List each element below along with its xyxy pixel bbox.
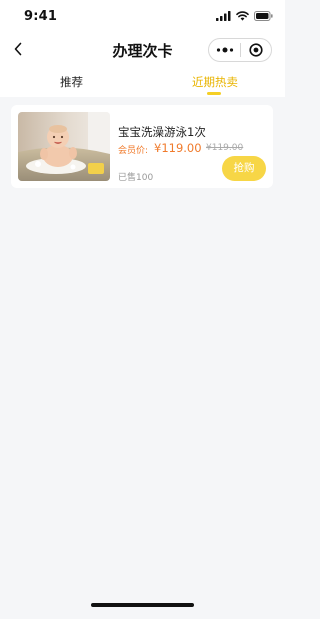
- chevron-left-icon: [14, 42, 22, 56]
- sold-count: 已售100: [118, 173, 154, 183]
- original-price: ¥119.00: [206, 143, 244, 153]
- battery-icon: [254, 11, 273, 21]
- status-icons: [216, 11, 273, 21]
- tab-recommend[interactable]: 推荐: [60, 74, 83, 90]
- buy-button[interactable]: 抢购: [222, 156, 266, 181]
- product-title: 宝宝洗澡游泳1次: [118, 125, 206, 139]
- home-indicator: [91, 603, 194, 607]
- tab-hot-sale[interactable]: 近期热卖: [192, 74, 238, 90]
- member-price-label: 会员价:: [118, 146, 149, 156]
- member-price: ¥119.00: [154, 141, 202, 155]
- signal-icon: [216, 11, 231, 21]
- more-dots-icon: [216, 47, 233, 53]
- status-time: 9:41: [24, 9, 58, 24]
- product-card[interactable]: 宝宝洗澡游泳1次 会员价: ¥119.00 ¥119.00 已售100 抢购: [11, 105, 273, 188]
- app-screen: 9:41 办理次卡 推荐 近期热卖 宝宝洗澡游泳1次 会员价: ¥119.00 …: [0, 0, 285, 619]
- product-image: [18, 112, 110, 181]
- back-button[interactable]: [9, 40, 27, 58]
- wifi-icon: [236, 11, 249, 21]
- header-area: 9:41 办理次卡 推荐 近期热卖: [0, 0, 285, 97]
- mini-program-capsule: [208, 38, 272, 62]
- close-button[interactable]: [241, 39, 271, 61]
- close-target-icon: [249, 43, 263, 57]
- more-button[interactable]: [209, 39, 240, 61]
- baby-bath-photo: [18, 112, 110, 181]
- active-tab-indicator: [207, 92, 221, 95]
